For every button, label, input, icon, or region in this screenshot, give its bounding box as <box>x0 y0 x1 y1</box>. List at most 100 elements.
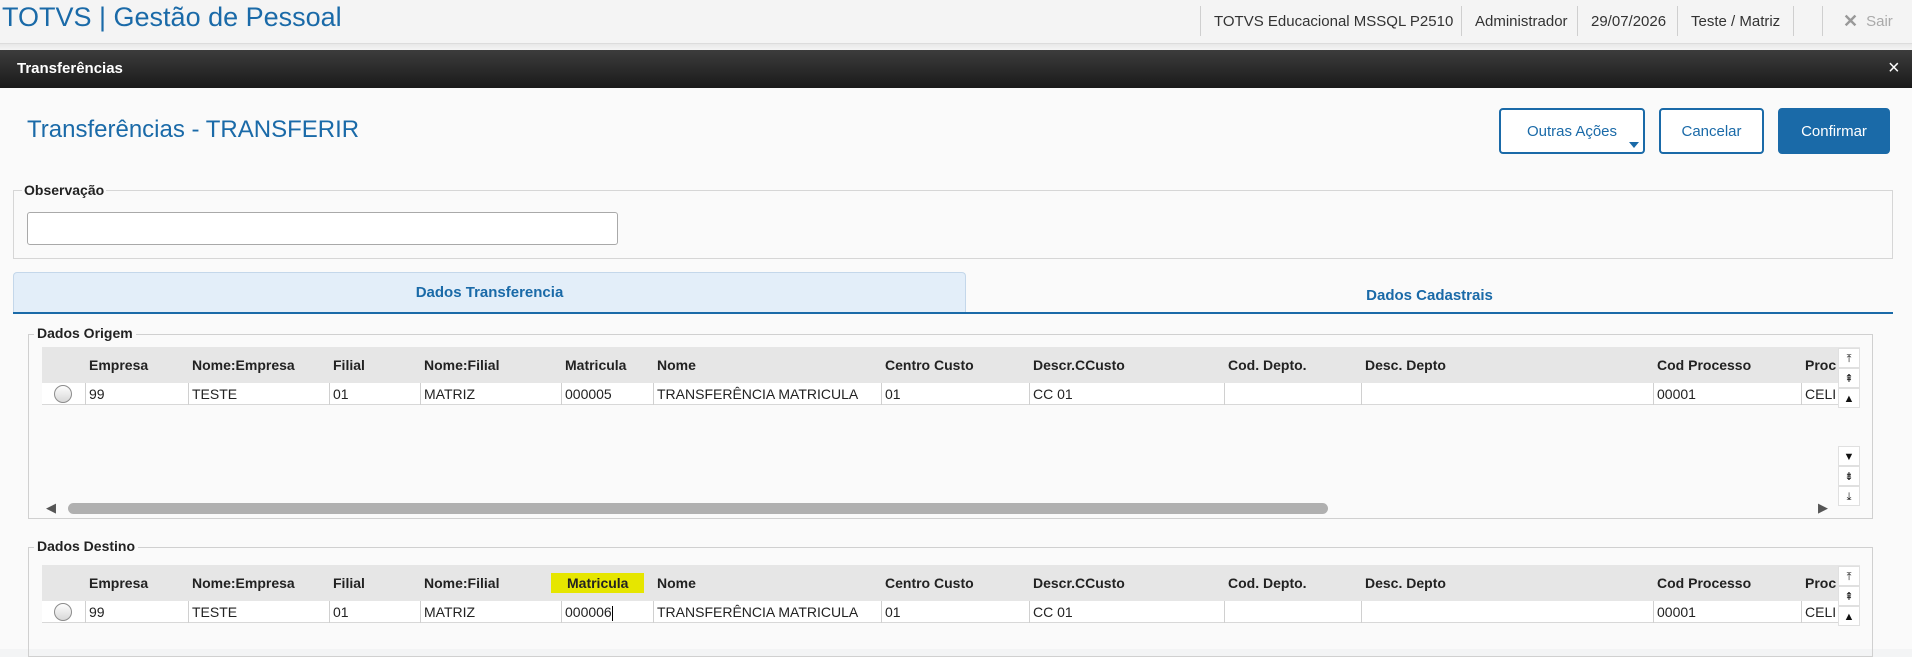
tab-dados-transferencia[interactable]: Dados Transferencia <box>13 272 966 312</box>
cell-descr-ccusto[interactable]: CC 01 <box>1029 383 1224 405</box>
text-cursor <box>611 605 613 621</box>
column-header-nome-empresa[interactable]: Nome:Empresa <box>192 347 295 383</box>
column-header-matricula[interactable]: Matricula <box>565 347 626 383</box>
cell-filial[interactable]: 01 <box>329 383 420 405</box>
column-header-descr-ccusto[interactable]: Descr.CCusto <box>1033 565 1125 601</box>
column-header-cod-processo[interactable]: Cod Processo <box>1657 347 1751 383</box>
other-actions-button[interactable]: Outras Ações <box>1499 108 1645 154</box>
logout-button[interactable]: ✕ Sair <box>1822 6 1893 36</box>
dialog-title: Transferências <box>17 60 123 77</box>
chevron-down-icon <box>1629 142 1639 148</box>
cell-centro-custo[interactable]: 01 <box>881 601 1029 623</box>
cell-nome[interactable]: TRANSFERÊNCIA MATRICULA <box>653 383 881 405</box>
cell-matricula-value: 000006 <box>565 604 612 620</box>
environment-info[interactable]: TOTVS Educacional MSSQL P2510 <box>1200 6 1466 36</box>
app-header: TOTVS | Gestão de Pessoal TOTVS Educacio… <box>0 0 1912 44</box>
scroll-page-up-icon[interactable]: ⇞ <box>1838 368 1860 388</box>
cell-nome-filial[interactable]: MATRIZ <box>420 383 561 405</box>
scroll-left-icon[interactable]: ◀ <box>46 500 56 516</box>
origem-label: Dados Origem <box>34 325 136 341</box>
column-header-cod-depto[interactable]: Cod. Depto. <box>1228 565 1307 601</box>
column-header-proc[interactable]: Proc <box>1805 347 1836 383</box>
cell-nome-empresa[interactable]: TESTE <box>188 601 329 623</box>
confirm-button[interactable]: Confirmar <box>1778 108 1890 154</box>
column-header-desc-depto[interactable]: Desc. Depto <box>1365 347 1446 383</box>
cell-cod-depto[interactable] <box>1224 383 1361 405</box>
origem-grid: Empresa Nome:Empresa Filial Nome:Filial … <box>42 347 1860 407</box>
cell-matricula-editing[interactable]: 000006 <box>561 601 653 623</box>
cell-cod-processo[interactable]: 00001 <box>1653 601 1801 623</box>
column-header-descr-ccusto[interactable]: Descr.CCusto <box>1033 347 1125 383</box>
cell-filial[interactable]: 01 <box>329 601 420 623</box>
cell-cod-depto[interactable] <box>1224 601 1361 623</box>
column-header-nome-empresa[interactable]: Nome:Empresa <box>192 565 295 601</box>
dialog-close-icon[interactable]: × <box>1888 57 1900 80</box>
user-info[interactable]: Administrador <box>1461 6 1581 36</box>
date-info[interactable]: 29/07/2026 <box>1577 6 1679 36</box>
matricula-highlight: Matricula <box>551 573 645 593</box>
column-header-proc[interactable]: Proc <box>1805 565 1836 601</box>
dialog-header: Transferências × <box>0 50 1912 88</box>
origem-grid-header: Empresa Nome:Empresa Filial Nome:Filial … <box>42 347 1860 383</box>
cell-centro-custo[interactable]: 01 <box>881 383 1029 405</box>
close-icon: ✕ <box>1843 10 1859 31</box>
column-header-cod-processo[interactable]: Cod Processo <box>1657 565 1751 601</box>
other-actions-label: Outras Ações <box>1526 122 1618 140</box>
column-header-filial[interactable]: Filial <box>333 565 365 601</box>
scroll-top-icon[interactable]: ⤒ <box>1838 566 1860 586</box>
horizontal-scroll-thumb[interactable] <box>68 503 1328 514</box>
column-header-cod-depto[interactable]: Cod. Depto. <box>1228 347 1307 383</box>
column-header-centro-custo[interactable]: Centro Custo <box>885 347 974 383</box>
dialog-body: Transferências - TRANSFERIR Outras Ações… <box>0 88 1912 657</box>
confirm-label: Confirmar <box>1801 122 1867 140</box>
destino-label: Dados Destino <box>34 538 139 554</box>
cell-matricula[interactable]: 000005 <box>561 383 653 405</box>
column-header-matricula-highlighted[interactable]: Matricula <box>551 565 645 601</box>
origem-vertical-scrollbar[interactable]: ⤒ ⇞ ▲ ▼ ⇟ ⤓ <box>1838 348 1860 506</box>
observacao-label: Observação <box>22 182 107 198</box>
logout-label: Sair <box>1866 12 1893 30</box>
cell-desc-depto[interactable] <box>1361 383 1653 405</box>
column-header-filial[interactable]: Filial <box>333 347 365 383</box>
cell-empresa[interactable]: 99 <box>85 383 188 405</box>
scroll-up-icon[interactable]: ▲ <box>1838 606 1860 626</box>
scroll-down-icon[interactable]: ▼ <box>1838 446 1860 466</box>
branch-info[interactable]: Teste / Matriz <box>1677 6 1795 36</box>
scroll-top-icon[interactable]: ⤒ <box>1838 348 1860 368</box>
column-header-centro-custo[interactable]: Centro Custo <box>885 565 974 601</box>
table-row[interactable]: 99 TESTE 01 MATRIZ 000006 TRANSFERÊNCIA … <box>42 601 1860 623</box>
app-title: TOTVS | Gestão de Pessoal <box>2 2 342 32</box>
row-select-radio[interactable] <box>54 603 72 621</box>
tab-dados-cadastrais[interactable]: Dados Cadastrais <box>966 272 1893 312</box>
tab-bar: Dados Transferencia Dados Cadastrais <box>13 272 1893 314</box>
origem-horizontal-scrollbar[interactable]: ◀ ▶ <box>0 500 1838 516</box>
cell-nome[interactable]: TRANSFERÊNCIA MATRICULA <box>653 601 881 623</box>
page-title: Transferências - TRANSFERIR <box>27 116 360 143</box>
column-header-nome-filial[interactable]: Nome:Filial <box>424 565 499 601</box>
row-select-radio[interactable] <box>54 385 72 403</box>
column-header-desc-depto[interactable]: Desc. Depto <box>1365 565 1446 601</box>
scroll-up-icon[interactable]: ▲ <box>1838 388 1860 408</box>
scroll-bottom-icon[interactable]: ⤓ <box>1838 486 1860 506</box>
cancel-button[interactable]: Cancelar <box>1659 108 1764 154</box>
destino-grid-header: Empresa Nome:Empresa Filial Nome:Filial … <box>42 565 1860 601</box>
column-header-nome-filial[interactable]: Nome:Filial <box>424 347 499 383</box>
column-header-nome[interactable]: Nome <box>657 565 696 601</box>
cell-desc-depto[interactable] <box>1361 601 1653 623</box>
cell-nome-empresa[interactable]: TESTE <box>188 383 329 405</box>
scroll-right-icon[interactable]: ▶ <box>1818 500 1828 516</box>
cancel-label: Cancelar <box>1681 122 1742 140</box>
column-header-empresa[interactable]: Empresa <box>89 347 148 383</box>
scroll-page-down-icon[interactable]: ⇟ <box>1838 466 1860 486</box>
cell-nome-filial[interactable]: MATRIZ <box>420 601 561 623</box>
scroll-page-up-icon[interactable]: ⇞ <box>1838 586 1860 606</box>
column-header-nome[interactable]: Nome <box>657 347 696 383</box>
table-row[interactable]: 99 TESTE 01 MATRIZ 000005 TRANSFERÊNCIA … <box>42 383 1860 405</box>
cell-cod-processo[interactable]: 00001 <box>1653 383 1801 405</box>
cell-descr-ccusto[interactable]: CC 01 <box>1029 601 1224 623</box>
destino-vertical-scrollbar[interactable]: ⤒ ⇞ ▲ <box>1838 566 1860 626</box>
cell-empresa[interactable]: 99 <box>85 601 188 623</box>
column-header-empresa[interactable]: Empresa <box>89 565 148 601</box>
destino-grid: Empresa Nome:Empresa Filial Nome:Filial … <box>42 565 1860 625</box>
observacao-input[interactable] <box>27 212 618 245</box>
